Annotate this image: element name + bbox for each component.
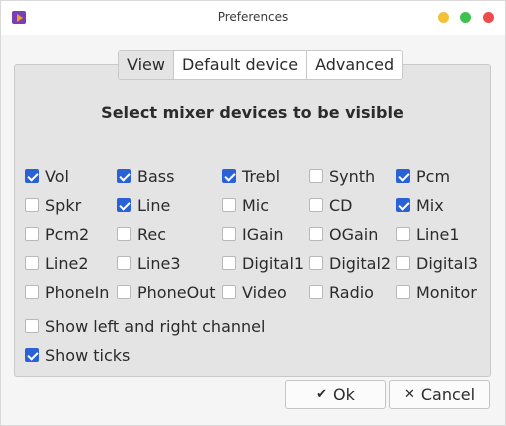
- checkbox-label: Digital2: [329, 253, 392, 273]
- checkbox-label: Rec: [137, 224, 167, 244]
- x-icon: ✕: [403, 387, 415, 402]
- device-checkbox-radio[interactable]: Radio: [309, 282, 374, 302]
- title-bar[interactable]: Preferences: [1, 1, 505, 35]
- device-checkbox-rec[interactable]: Rec: [117, 224, 166, 244]
- tab-advanced[interactable]: Advanced: [307, 51, 403, 79]
- checkbox-box[interactable]: [222, 169, 236, 183]
- checkbox-label: Bass: [137, 166, 175, 186]
- checkbox-box[interactable]: [396, 285, 410, 299]
- checkbox-label: Spkr: [45, 195, 82, 215]
- tab-view[interactable]: View: [119, 51, 174, 79]
- checkbox-box[interactable]: [396, 227, 410, 241]
- device-checkbox-mix[interactable]: Mix: [396, 195, 444, 215]
- device-checkbox-vol[interactable]: Vol: [25, 166, 69, 186]
- device-checkbox-line[interactable]: Line: [117, 195, 170, 215]
- device-checkbox-trebl[interactable]: Trebl: [222, 166, 280, 186]
- checkbox-box[interactable]: [25, 348, 39, 362]
- device-checkbox-video[interactable]: Video: [222, 282, 287, 302]
- checkbox-box[interactable]: [25, 198, 39, 212]
- checkbox-label: Pcm2: [45, 224, 90, 244]
- checkbox-box[interactable]: [25, 256, 39, 270]
- device-checkbox-synth[interactable]: Synth: [309, 166, 375, 186]
- checkbox-box[interactable]: [309, 227, 323, 241]
- checkbox-box[interactable]: [222, 198, 236, 212]
- cancel-button[interactable]: ✕ Cancel: [389, 380, 490, 409]
- checkbox-box[interactable]: [396, 256, 410, 270]
- checkbox-box[interactable]: [117, 227, 131, 241]
- checkbox-label: CD: [329, 195, 353, 215]
- device-checkbox-bass[interactable]: Bass: [117, 166, 174, 186]
- device-checkbox-digital2[interactable]: Digital2: [309, 253, 391, 273]
- checkbox-label: PhoneIn: [45, 282, 110, 302]
- checkbox-label: Mix: [416, 195, 444, 215]
- device-checkbox-phoneout[interactable]: PhoneOut: [117, 282, 216, 302]
- checkbox-box[interactable]: [222, 256, 236, 270]
- device-checkbox-igain[interactable]: IGain: [222, 224, 284, 244]
- checkbox-box[interactable]: [309, 198, 323, 212]
- checkbox-box[interactable]: [309, 169, 323, 183]
- device-checkbox-digital1[interactable]: Digital1: [222, 253, 304, 273]
- device-checkbox-line3[interactable]: Line3: [117, 253, 181, 273]
- show-ticks-checkbox[interactable]: Show ticks: [25, 345, 130, 365]
- checkbox-box[interactable]: [309, 256, 323, 270]
- section-heading: Select mixer devices to be visible: [101, 103, 404, 122]
- checkbox-box[interactable]: [222, 227, 236, 241]
- checkbox-box[interactable]: [396, 169, 410, 183]
- checkbox-box[interactable]: [396, 198, 410, 212]
- checkbox-box[interactable]: [117, 169, 131, 183]
- tab-bar: View Default device Advanced: [118, 50, 404, 80]
- checkbox-label: Monitor: [416, 282, 477, 302]
- checkbox-label: Digital1: [242, 253, 305, 273]
- checkbox-label: Line1: [416, 224, 460, 244]
- checkbox-box[interactable]: [117, 198, 131, 212]
- checkbox-box[interactable]: [25, 227, 39, 241]
- device-checkbox-pcm[interactable]: Pcm: [396, 166, 450, 186]
- checkbox-label: Show ticks: [45, 345, 131, 365]
- checkbox-label: Pcm: [416, 166, 451, 186]
- checkbox-box[interactable]: [25, 285, 39, 299]
- checkmark-icon: ✔: [316, 387, 328, 402]
- checkbox-label: Radio: [329, 282, 374, 302]
- checkbox-label: Mic: [242, 195, 270, 215]
- minimize-button[interactable]: [438, 12, 449, 23]
- cancel-label: Cancel: [420, 385, 476, 404]
- maximize-button[interactable]: [460, 12, 471, 23]
- checkbox-label: Line3: [137, 253, 181, 273]
- checkbox-box[interactable]: [117, 285, 131, 299]
- checkbox-label: IGain: [242, 224, 284, 244]
- device-checkbox-line1[interactable]: Line1: [396, 224, 460, 244]
- device-checkbox-phonein[interactable]: PhoneIn: [25, 282, 109, 302]
- checkbox-box[interactable]: [25, 169, 39, 183]
- checkbox-label: Video: [242, 282, 287, 302]
- checkbox-label: Vol: [45, 166, 69, 186]
- device-checkbox-mic[interactable]: Mic: [222, 195, 269, 215]
- device-checkbox-cd[interactable]: CD: [309, 195, 353, 215]
- checkbox-box[interactable]: [25, 319, 39, 333]
- device-checkbox-monitor[interactable]: Monitor: [396, 282, 477, 302]
- checkbox-box[interactable]: [309, 285, 323, 299]
- device-checkbox-line2[interactable]: Line2: [25, 253, 89, 273]
- checkbox-label: Line2: [45, 253, 89, 273]
- checkbox-label: PhoneOut: [137, 282, 216, 302]
- checkbox-box[interactable]: [117, 256, 131, 270]
- window-title: Preferences: [217, 10, 289, 24]
- checkbox-label: OGain: [329, 224, 379, 244]
- checkbox-label: Show left and right channel: [45, 316, 266, 336]
- device-checkbox-pcm2[interactable]: Pcm2: [25, 224, 89, 244]
- show-left-right-channel-checkbox[interactable]: Show left and right channel: [25, 316, 265, 336]
- close-button[interactable]: [483, 12, 494, 23]
- device-checkbox-spkr[interactable]: Spkr: [25, 195, 81, 215]
- checkbox-label: Synth: [329, 166, 376, 186]
- checkbox-box[interactable]: [222, 285, 236, 299]
- checkbox-label: Digital3: [416, 253, 479, 273]
- checkbox-label: Trebl: [242, 166, 281, 186]
- device-checkbox-ogain[interactable]: OGain: [309, 224, 378, 244]
- checkbox-label: Line: [137, 195, 171, 215]
- tab-default-device[interactable]: Default device: [173, 51, 308, 79]
- ok-button[interactable]: ✔ Ok: [285, 380, 386, 409]
- device-checkbox-digital3[interactable]: Digital3: [396, 253, 478, 273]
- ok-label: Ok: [333, 385, 355, 404]
